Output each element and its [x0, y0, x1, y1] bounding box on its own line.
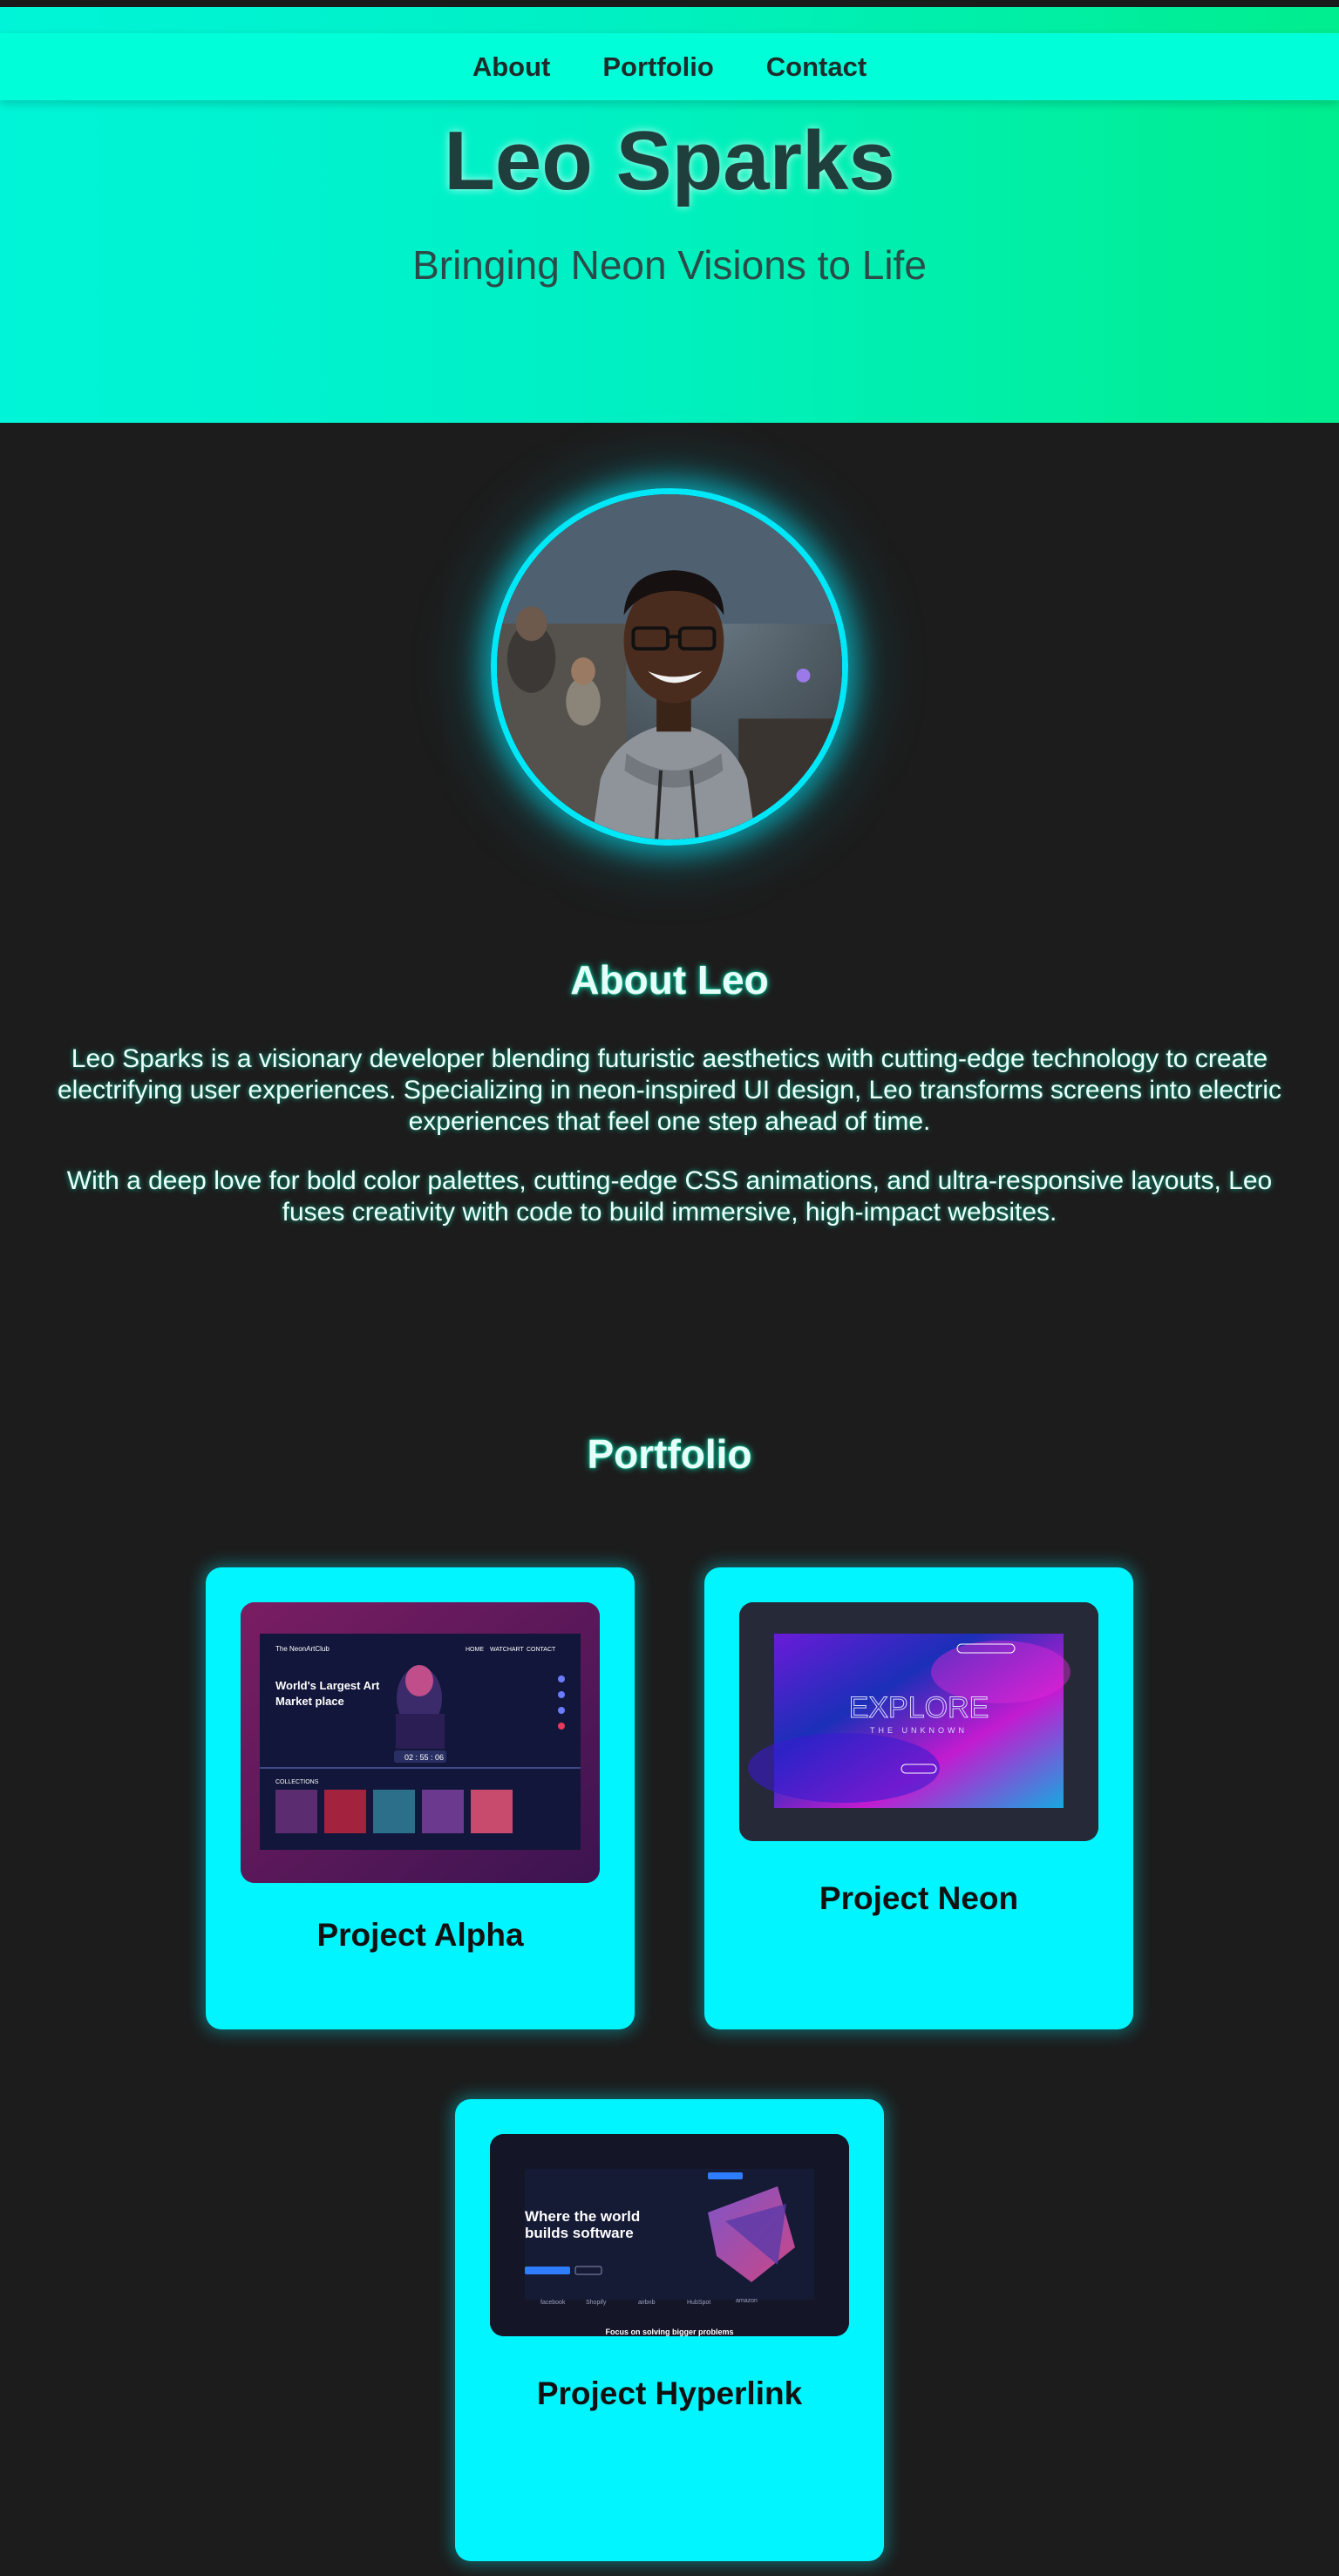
nav-link-portfolio[interactable]: Portfolio	[602, 51, 713, 83]
hero-title: Leo Sparks	[444, 114, 895, 207]
about-paragraph-1: Leo Sparks is a visionary developer blen…	[57, 1044, 1282, 1136]
svg-text:COLLECTIONS: COLLECTIONS	[275, 1779, 319, 1785]
top-strip	[0, 0, 1339, 7]
profile-photo	[497, 494, 842, 839]
svg-text:HubSpot: HubSpot	[687, 2300, 710, 2306]
project-neon-screenshot: EXPLORE THE UNKNOWN	[739, 1602, 1098, 1841]
svg-text:facebook: facebook	[540, 2300, 566, 2306]
project-hyperlink-title: Project Hyperlink	[536, 2375, 803, 2411]
svg-text:builds software: builds software	[525, 2225, 634, 2241]
svg-text:Shopify: Shopify	[586, 2300, 607, 2306]
about-paragraph-2: With a deep love for bold color palettes…	[66, 1166, 1273, 1227]
project-card-alpha[interactable]: The NeonArtClub HOME WATCHART CONTACT Wo…	[206, 1567, 635, 2029]
svg-text:EXPLORE: EXPLORE	[849, 1691, 989, 1724]
svg-text:amazon: amazon	[736, 2298, 758, 2304]
about-heading: About Leo	[570, 957, 769, 1003]
svg-text:Focus on solving bigger proble: Focus on solving bigger problems	[605, 2328, 733, 2336]
svg-text:Market place: Market place	[275, 1695, 344, 1708]
project-alpha-screenshot: The NeonArtClub HOME WATCHART CONTACT Wo…	[241, 1602, 600, 1883]
project-hyperlink-preview: Where the world builds software facebook…	[490, 2134, 849, 2336]
svg-text:WATCHART: WATCHART	[490, 1647, 524, 1653]
project-alpha-title: Project Alpha	[316, 1917, 524, 1953]
hero-subtitle: Bringing Neon Visions to Life	[412, 242, 927, 288]
nav-link-about[interactable]: About	[472, 51, 551, 83]
project-alpha-preview: The NeonArtClub HOME WATCHART CONTACT Wo…	[241, 1602, 600, 1883]
project-card-neon[interactable]: EXPLORE THE UNKNOWN Project Neon	[704, 1567, 1133, 2029]
main-nav: About Portfolio Contact	[0, 33, 1339, 100]
project-card-hyperlink[interactable]: Where the world builds software facebook…	[455, 2099, 884, 2561]
nav-link-contact[interactable]: Contact	[766, 51, 867, 83]
svg-text:CONTACT: CONTACT	[527, 1647, 556, 1653]
project-hyperlink-screenshot: Where the world builds software facebook…	[490, 2134, 849, 2336]
svg-text:World's Largest Art: World's Largest Art	[275, 1679, 380, 1692]
svg-text:The NeonArtClub: The NeonArtClub	[275, 1645, 330, 1653]
project-neon-preview: EXPLORE THE UNKNOWN	[739, 1602, 1098, 1841]
svg-text:THE UNKNOWN: THE UNKNOWN	[870, 1726, 968, 1735]
project-neon-title: Project Neon	[819, 1880, 1019, 1916]
portfolio-heading: Portfolio	[587, 1431, 752, 1477]
svg-text:HOME: HOME	[466, 1647, 484, 1653]
profile-avatar	[491, 488, 848, 846]
svg-text:Where the world: Where the world	[525, 2208, 640, 2225]
svg-text:airbnb: airbnb	[638, 2300, 656, 2306]
svg-text:02 : 55 : 06: 02 : 55 : 06	[404, 1753, 444, 1762]
